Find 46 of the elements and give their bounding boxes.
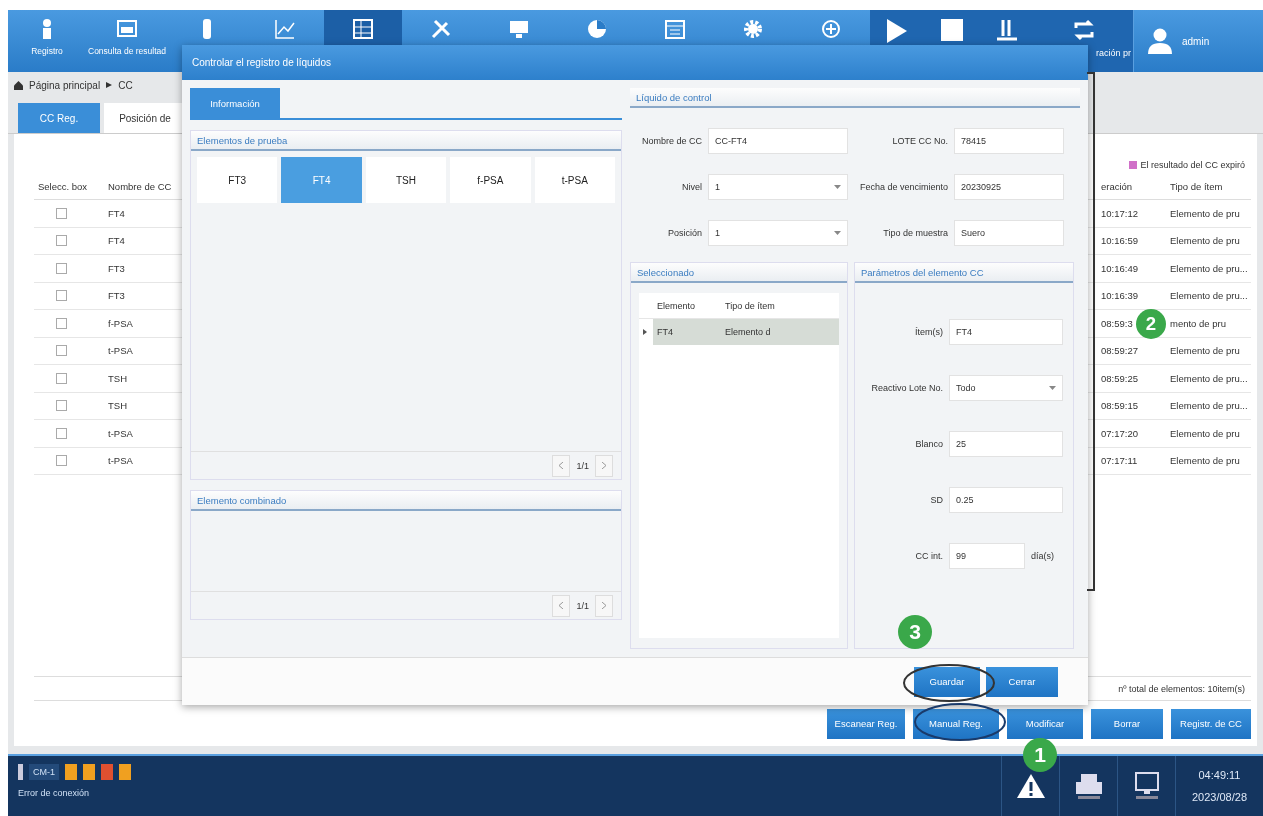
section-header: Seleccionado: [631, 263, 847, 283]
table-cell: Elemento de pru: [1160, 337, 1251, 365]
table-cell: 07:17:11: [1097, 447, 1160, 475]
column-header: Tipo de ítem: [1160, 174, 1251, 200]
field-label: CC int.: [914, 551, 944, 561]
table-cell: Elemento de pru...: [1160, 365, 1251, 393]
table-cell: 10:17:12: [1097, 200, 1160, 228]
field-label: Blanco: [914, 439, 944, 449]
page-indicator: 1/1: [575, 460, 590, 471]
legend-label: El resultado del CC expiró: [1140, 160, 1245, 170]
page-indicator: 1/1: [575, 600, 590, 611]
field-label: Fecha de vencimiento: [858, 182, 949, 192]
section-header: Elementos de prueba: [191, 131, 621, 151]
breadcrumb-current: CC: [118, 79, 133, 91]
field-label: Reactivo Lote No.: [870, 383, 944, 393]
field-label: Posición: [666, 228, 703, 238]
dialog-title: Controlar el registro de líquidos: [192, 57, 331, 68]
total-count: nº total de elementos: 10item(s): [1118, 683, 1245, 694]
table-cell: Elemento de pru: [1160, 447, 1251, 475]
section-header: Líquido de control: [630, 88, 1080, 108]
table-cell: Elemento de pru: [1160, 227, 1251, 255]
column-header: eración: [1097, 174, 1160, 200]
field-label: SD: [929, 495, 944, 505]
field-label: Ítem(s): [914, 327, 944, 337]
table-cell: 08:59:25: [1097, 365, 1160, 393]
clock-time: 04:49:11: [1198, 769, 1241, 781]
field-label: Nombre de CC: [640, 136, 703, 146]
column-header: Selecc. box: [34, 174, 104, 200]
table-cell: Elemento de pru: [1160, 420, 1251, 448]
table-cell: 10:16:49: [1097, 255, 1160, 283]
unit-label: día(s): [1031, 551, 1054, 561]
section-header: Elemento combinado: [191, 491, 621, 511]
field-label: Tipo de muestra: [882, 228, 949, 238]
field-label: Nivel: [681, 182, 703, 192]
table-cell: Elemento de pru...: [1160, 255, 1251, 283]
module-label: CM-1: [29, 764, 59, 780]
clock-date: 2023/08/28: [1191, 791, 1248, 803]
table-cell: Elemento de pru: [1160, 200, 1251, 228]
status-message: Error de conexión: [18, 788, 91, 798]
table-cell: 08:59:15: [1097, 392, 1160, 420]
table-cell: Elemento de pru...: [1160, 282, 1251, 310]
table-cell: Elemento de pru...: [1160, 392, 1251, 420]
section-header: Parámetros del elemento CC: [855, 263, 1073, 283]
table-cell: 10:16:59: [1097, 227, 1160, 255]
table-cell: 07:17:20: [1097, 420, 1160, 448]
field-label: LOTE CC No.: [891, 136, 949, 146]
